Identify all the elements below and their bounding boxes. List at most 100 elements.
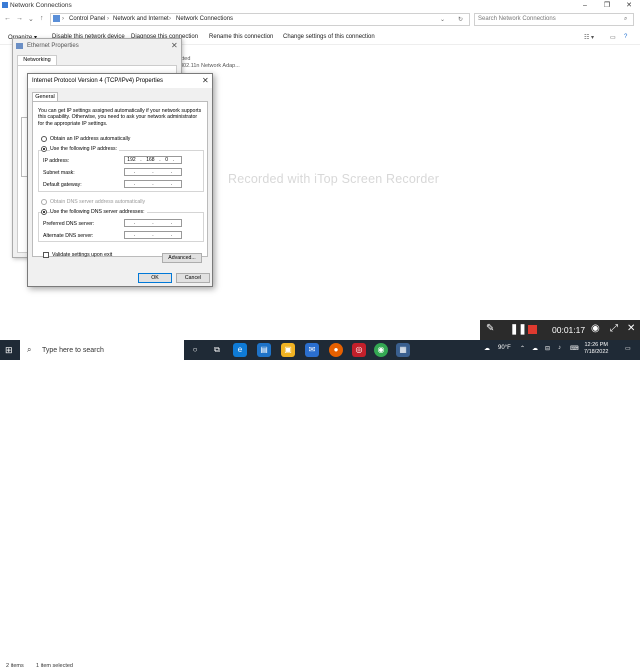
chevron-right-icon: › xyxy=(107,16,109,22)
use-following-dns-label: Use the following DNS server addresses: xyxy=(50,209,147,215)
taskbar-search-placeholder: Type here to search xyxy=(42,347,104,354)
help-icon[interactable]: ? xyxy=(624,34,627,40)
file-explorer-icon[interactable]: ▤ xyxy=(257,343,271,357)
ok-button[interactable]: OK xyxy=(138,273,172,283)
back-icon[interactable]: ← xyxy=(4,15,11,22)
rename-button[interactable]: Rename this connection xyxy=(209,34,273,40)
default-gateway-field[interactable]: ... xyxy=(124,180,182,188)
close-icon[interactable]: ✕ xyxy=(618,0,640,12)
explorer-titlebar: Network Connections – ❐ ✕ xyxy=(0,0,640,12)
validate-settings-checkbox[interactable] xyxy=(43,252,49,258)
adapter-status: cted xyxy=(180,56,191,62)
ethernet-title: Ethernet Properties xyxy=(27,43,79,49)
status-selected: 1 item selected xyxy=(36,663,73,669)
language-icon[interactable]: ⌨ xyxy=(570,345,579,352)
clock-date: 7/18/2022 xyxy=(584,349,609,355)
window-title: Network Connections xyxy=(10,2,72,9)
network-tray-icon[interactable]: ⊟ xyxy=(545,345,550,352)
breadcrumb-network-internet[interactable]: Network and Internet xyxy=(113,16,169,22)
close-icon[interactable]: ✕ xyxy=(202,76,209,85)
task-view-icon[interactable]: ⧉ xyxy=(210,343,224,357)
cloud-sync-icon[interactable]: ☁ xyxy=(532,345,538,352)
adapter-item[interactable]: cted 802.11n Network Adap... xyxy=(180,56,240,70)
chrome-icon[interactable]: ◉ xyxy=(374,343,388,357)
clock[interactable]: 12:26 PM 7/18/2022 xyxy=(584,342,608,356)
tray-overflow-icon[interactable]: ⌃ xyxy=(520,345,525,352)
search-placeholder: Search Network Connections xyxy=(478,16,556,22)
tab-networking[interactable]: Networking xyxy=(17,55,57,65)
subnet-mask-field[interactable]: ... xyxy=(124,168,182,176)
change-settings-button[interactable]: Change settings of this connection xyxy=(283,34,375,40)
firefox-icon[interactable]: ● xyxy=(329,343,343,357)
preferred-dns-field[interactable]: ... xyxy=(124,219,182,227)
ip-address-field[interactable]: 192. 168. 0. xyxy=(124,156,182,164)
cortana-icon[interactable]: ○ xyxy=(188,343,202,357)
preview-pane-icon[interactable]: ▭ xyxy=(610,34,616,41)
pause-icon[interactable]: ❚❚ xyxy=(510,324,527,335)
obtain-ip-auto-label: Obtain an IP address automatically xyxy=(50,136,131,142)
fullscreen-icon[interactable]: ⤢ xyxy=(610,323,618,334)
refresh-icon[interactable]: ↻ xyxy=(458,16,463,23)
up-icon[interactable]: ↑ xyxy=(40,15,44,22)
adapter-description: 802.11n Network Adap... xyxy=(180,63,240,69)
default-gateway-label: Default gateway: xyxy=(43,182,82,188)
control-panel-icon xyxy=(53,15,60,22)
obtain-dns-auto-radio[interactable] xyxy=(41,199,47,205)
windows-start-icon[interactable]: ⊞ xyxy=(5,345,13,356)
control-panel-task-icon[interactable]: ▦ xyxy=(396,343,410,357)
stop-icon[interactable] xyxy=(528,325,537,334)
ip-dot: . xyxy=(172,157,174,163)
ip-dot: . xyxy=(159,157,161,163)
recorder-watermark: Recorded with iTop Screen Recorder xyxy=(228,172,440,186)
maximize-icon[interactable]: ❐ xyxy=(596,0,618,12)
subnet-mask-label: Subnet mask: xyxy=(43,170,75,176)
ipv4-description: You can get IP settings assigned automat… xyxy=(38,108,202,127)
search-icon: ⌕ xyxy=(27,345,32,354)
mail-icon[interactable]: ✉ xyxy=(305,343,319,357)
ip-octet-2: 168 xyxy=(146,157,155,163)
ip-dot: . xyxy=(140,157,142,163)
weather-icon[interactable]: ☁ xyxy=(484,345,490,352)
use-following-dns-radio[interactable] xyxy=(41,209,47,215)
validate-settings-label: Validate settings upon exit xyxy=(52,252,113,258)
view-options-icon[interactable]: ☷ ▾ xyxy=(584,34,594,41)
pen-icon[interactable]: ✎ xyxy=(486,323,494,334)
close-icon[interactable]: ✕ xyxy=(627,323,635,334)
use-following-ip-radio[interactable] xyxy=(41,146,47,152)
forward-icon[interactable]: → xyxy=(16,15,23,22)
close-icon[interactable]: ✕ xyxy=(171,41,178,50)
cancel-button[interactable]: Cancel xyxy=(176,273,210,283)
ip-address-label: IP address: xyxy=(43,158,70,164)
ip-octet-1: 192 xyxy=(127,157,136,163)
obtain-ip-auto-radio[interactable] xyxy=(41,136,47,142)
chevron-right-icon: › xyxy=(62,16,64,22)
ipv4-title: Internet Protocol Version 4 (TCP/IPv4) P… xyxy=(32,78,164,84)
weather-temp[interactable]: 90°F xyxy=(498,345,511,351)
camera-icon[interactable]: ◉ xyxy=(591,323,600,334)
volume-icon[interactable]: ♪ xyxy=(558,345,561,351)
preferred-dns-label: Preferred DNS server: xyxy=(43,221,95,227)
recent-dropdown-icon[interactable]: ⌄ xyxy=(28,15,34,23)
status-item-count: 2 items xyxy=(6,663,24,669)
recorder-timer: 00:01:17 xyxy=(552,325,586,335)
use-following-ip-label: Use the following IP address: xyxy=(50,146,120,152)
minimize-icon[interactable]: – xyxy=(574,0,596,12)
ip-octet-3: 0 xyxy=(165,157,168,163)
breadcrumb-network-connections[interactable]: Network Connections xyxy=(176,16,233,22)
search-icon: ⌕ xyxy=(624,16,628,22)
alternate-dns-field[interactable]: ... xyxy=(124,231,182,239)
advanced-button[interactable]: Advanced... xyxy=(162,253,202,263)
alternate-dns-label: Alternate DNS server: xyxy=(43,233,94,239)
chevron-right-icon: › xyxy=(169,16,171,22)
recorder-app-icon[interactable]: ◎ xyxy=(352,343,366,357)
edge-icon[interactable]: e xyxy=(233,343,247,357)
store-icon[interactable]: ▣ xyxy=(281,343,295,357)
ethernet-icon xyxy=(16,43,23,49)
chevron-down-icon[interactable]: ⌄ xyxy=(440,16,445,23)
breadcrumb-control-panel[interactable]: Control Panel xyxy=(69,16,105,22)
notifications-icon[interactable]: ▭ xyxy=(625,345,631,352)
ipv4-properties-dialog: Internet Protocol Version 4 (TCP/IPv4) P… xyxy=(27,73,213,287)
network-icon xyxy=(2,2,8,8)
clock-time: 12:26 PM xyxy=(584,342,608,348)
obtain-dns-auto-label: Obtain DNS server address automatically xyxy=(50,199,146,205)
